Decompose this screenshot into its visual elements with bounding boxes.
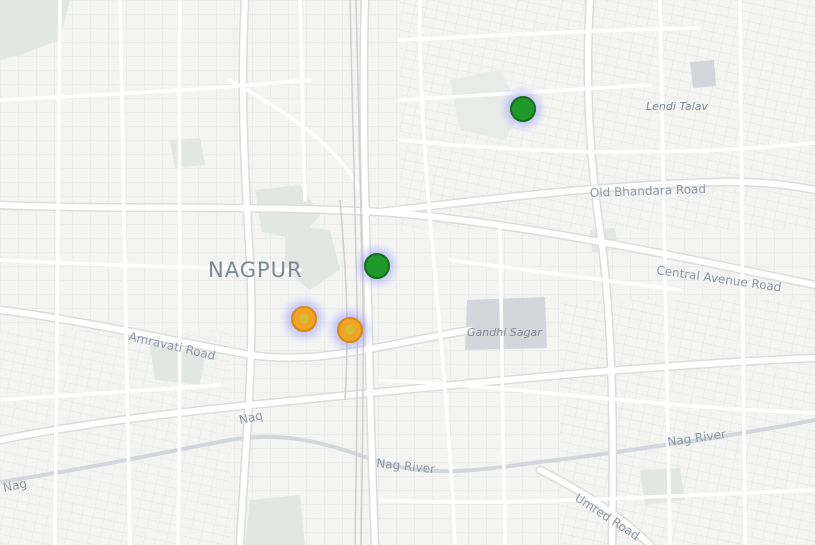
map-marker-green-north[interactable] xyxy=(499,85,547,133)
gandhi-sagar-lake xyxy=(465,297,547,350)
lendi-talav-lake xyxy=(690,60,716,88)
marker-dot xyxy=(510,96,536,122)
marker-core xyxy=(345,325,355,335)
water-label-lendi-talav: Lendi Talav xyxy=(646,100,709,113)
map-base: NAGPUR Old Bhandara Road Central Avenue … xyxy=(0,0,815,545)
marker-core xyxy=(299,314,309,324)
map-marker-orange-east[interactable] xyxy=(325,305,375,355)
map-marker-green-central[interactable] xyxy=(353,242,401,290)
map-view[interactable]: NAGPUR Old Bhandara Road Central Avenue … xyxy=(0,0,815,545)
city-label: NAGPUR xyxy=(208,258,303,282)
marker-dot xyxy=(364,253,390,279)
map-marker-orange-west[interactable] xyxy=(279,294,329,344)
water-label-gandhi-sagar: Gandhi Sagar xyxy=(467,326,543,339)
